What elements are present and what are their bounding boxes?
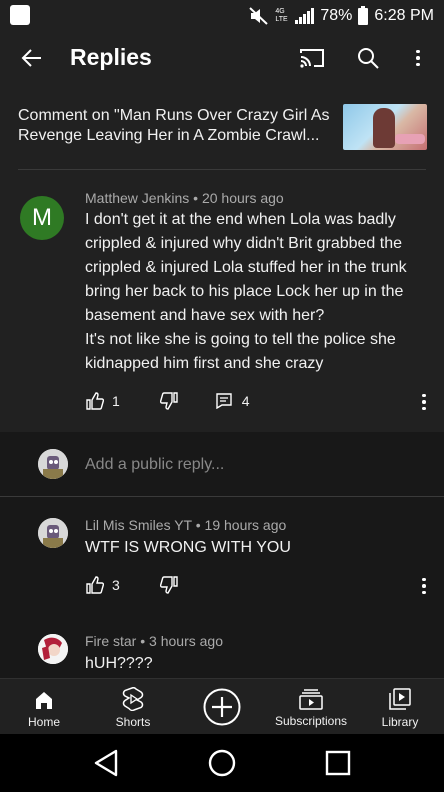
reply-time: 19 hours ago bbox=[204, 517, 287, 533]
like-count: 3 bbox=[112, 577, 120, 593]
create-plus-icon bbox=[203, 688, 241, 726]
home-icon bbox=[36, 692, 52, 709]
back-arrow-icon bbox=[21, 49, 41, 67]
meta-separator: • bbox=[193, 190, 202, 206]
reply-item: Fire star • 3 hours ago hUH???? bbox=[0, 624, 444, 678]
circle-home-icon bbox=[208, 749, 236, 777]
reply-actions: 3 bbox=[86, 576, 178, 594]
reply-text: WTF IS WRONG WITH YOU bbox=[85, 539, 291, 556]
video-thumbnail[interactable] bbox=[343, 104, 427, 150]
nav-subscriptions[interactable]: Subscriptions bbox=[267, 679, 355, 735]
main-comment: M Matthew Jenkins • 20 hours ago I don't… bbox=[0, 170, 444, 432]
comment-context[interactable]: Comment on "Man Runs Over Crazy Girl As … bbox=[0, 84, 444, 170]
reply-input[interactable]: Add a public reply... bbox=[85, 456, 224, 474]
reply-more-button[interactable] bbox=[412, 574, 436, 598]
comment-line: I don't get it at the end when Lola was … bbox=[85, 211, 396, 228]
comment-more-button[interactable] bbox=[412, 390, 436, 414]
nav-label: Library bbox=[381, 715, 419, 729]
thumb-down-icon bbox=[159, 392, 178, 410]
more-vert-icon bbox=[415, 49, 421, 67]
back-button[interactable] bbox=[14, 40, 50, 76]
triangle-back-icon bbox=[94, 749, 118, 777]
system-home-button[interactable] bbox=[202, 746, 242, 780]
reply-meta: Lil Mis Smiles YT • 19 hours ago bbox=[85, 517, 286, 533]
library-icon bbox=[389, 688, 411, 710]
clock: 6:28 PM bbox=[374, 7, 434, 24]
dislike-button[interactable] bbox=[159, 576, 178, 594]
reply-author[interactable]: Fire star bbox=[85, 633, 136, 649]
more-options-button[interactable] bbox=[400, 40, 436, 76]
reply-avatar[interactable] bbox=[38, 634, 68, 664]
reply-time: 3 hours ago bbox=[149, 633, 223, 649]
status-icons: 4G LTE 78% 6:28 PM bbox=[249, 5, 434, 27]
comment-line: crippled & injured Lola stuffed her in t… bbox=[85, 259, 407, 276]
reply-author[interactable]: Lil Mis Smiles YT bbox=[85, 517, 192, 533]
nav-label: Subscriptions bbox=[274, 714, 348, 728]
battery-icon bbox=[358, 5, 369, 25]
search-icon bbox=[358, 48, 379, 69]
comment-line: bring her back to his place Lock her up … bbox=[85, 283, 404, 300]
signal-icon bbox=[295, 8, 315, 24]
network-label: 4G LTE bbox=[275, 8, 288, 23]
cast-icon bbox=[300, 49, 324, 68]
reply-avatar[interactable] bbox=[38, 518, 68, 548]
comment-line: It's not like she is going to tell the p… bbox=[85, 331, 396, 348]
meta-separator: • bbox=[195, 517, 205, 533]
thumb-up-icon bbox=[86, 392, 104, 410]
more-vert-icon bbox=[421, 577, 427, 595]
reply-button[interactable]: 4 bbox=[216, 393, 250, 409]
comment-actions: 1 4 bbox=[86, 392, 250, 410]
nav-label: Shorts bbox=[115, 715, 151, 729]
reply-item: Lil Mis Smiles YT • 19 hours ago WTF IS … bbox=[0, 508, 444, 618]
replies-section: Add a public reply... Lil Mis Smiles YT … bbox=[0, 432, 444, 678]
app-bar: Replies bbox=[0, 32, 444, 84]
system-navigation bbox=[0, 734, 444, 792]
nav-label: Home bbox=[27, 715, 60, 729]
nav-library[interactable]: Library bbox=[356, 679, 444, 735]
like-count: 1 bbox=[112, 393, 120, 409]
like-button[interactable]: 1 bbox=[86, 392, 120, 410]
search-button[interactable] bbox=[350, 40, 386, 76]
thumb-down-icon bbox=[159, 576, 178, 594]
notification-icon bbox=[10, 5, 30, 25]
user-avatar bbox=[38, 449, 68, 479]
divider bbox=[0, 496, 444, 497]
battery-percent: 78% bbox=[320, 7, 353, 24]
more-vert-icon bbox=[421, 393, 427, 411]
reply-meta: Fire star • 3 hours ago bbox=[85, 633, 223, 649]
comment-time: 20 hours ago bbox=[201, 190, 284, 206]
comment-body: I don't get it at the end when Lola was … bbox=[85, 208, 430, 376]
avatar[interactable]: M bbox=[20, 196, 64, 240]
comment-meta: Matthew Jenkins • 20 hours ago bbox=[85, 190, 284, 206]
nav-shorts[interactable]: Shorts bbox=[89, 679, 177, 735]
nav-create[interactable] bbox=[178, 679, 266, 735]
reply-count: 4 bbox=[241, 393, 250, 409]
comment-author[interactable]: Matthew Jenkins bbox=[85, 190, 189, 206]
comment-line: kidnapped him first and she crazy bbox=[85, 355, 324, 372]
comment-line: crippled & injured why didn't Brit grabb… bbox=[85, 235, 403, 252]
meta-separator: • bbox=[140, 633, 150, 649]
cast-button[interactable] bbox=[294, 40, 330, 76]
add-reply-row[interactable]: Add a public reply... bbox=[0, 432, 444, 497]
subscriptions-icon bbox=[299, 689, 323, 710]
system-back-button[interactable] bbox=[86, 746, 126, 780]
bottom-navigation: Home Shorts Subscriptions Library bbox=[0, 678, 444, 734]
nav-home[interactable]: Home bbox=[0, 679, 88, 735]
reply-comment-icon bbox=[216, 393, 232, 409]
page-title: Replies bbox=[70, 44, 152, 70]
context-text: Comment on "Man Runs Over Crazy Girl As … bbox=[18, 107, 330, 144]
square-recents-icon bbox=[325, 750, 351, 776]
status-bar: 4G LTE 78% 6:28 PM bbox=[0, 0, 444, 32]
thumb-up-icon bbox=[86, 576, 104, 594]
system-recents-button[interactable] bbox=[318, 746, 358, 780]
like-button[interactable]: 3 bbox=[86, 576, 120, 594]
comment-line: basement and have sex with her? bbox=[85, 307, 325, 324]
shorts-icon bbox=[122, 687, 144, 711]
mute-icon bbox=[249, 7, 269, 25]
avatar-letter: M bbox=[32, 204, 52, 231]
reply-text: hUH???? bbox=[85, 655, 153, 672]
dislike-button[interactable] bbox=[159, 392, 178, 410]
